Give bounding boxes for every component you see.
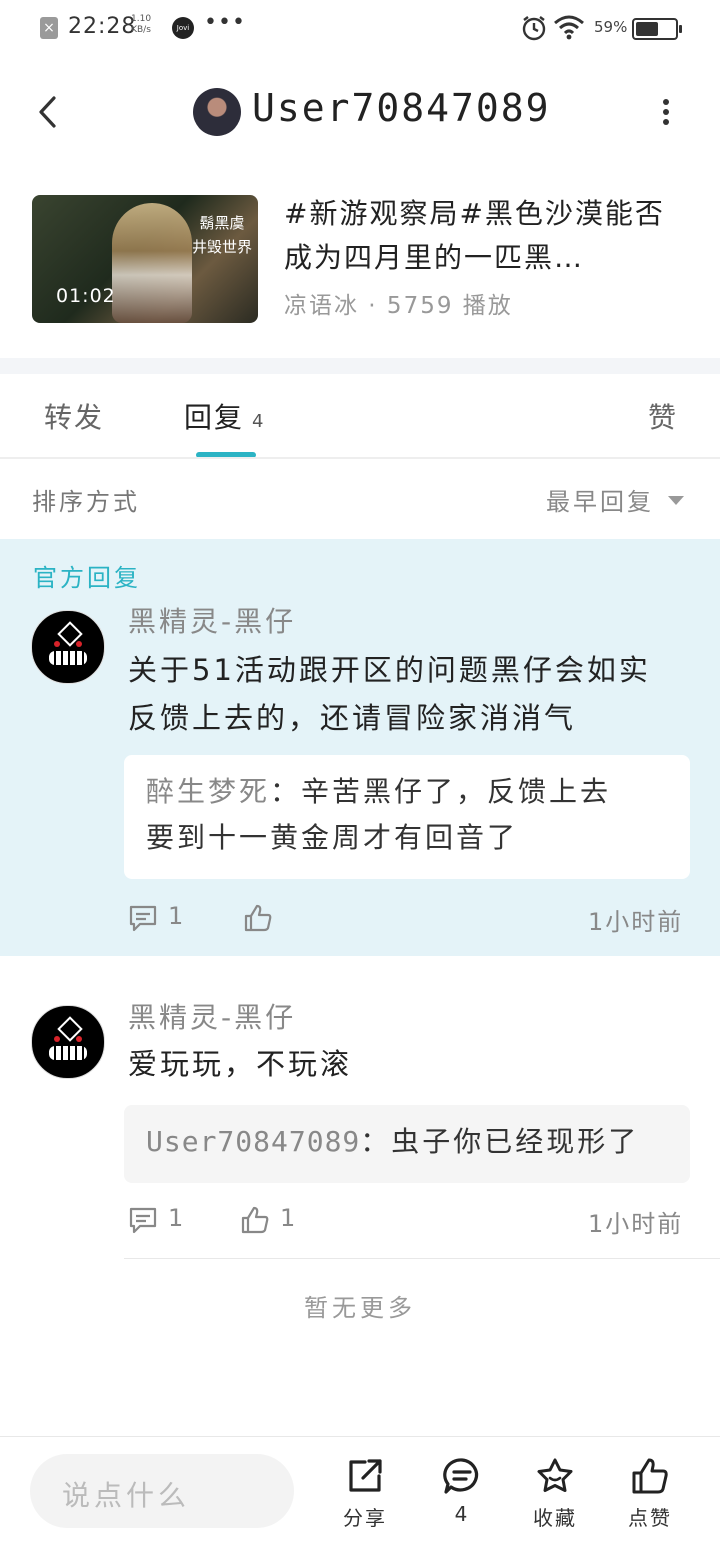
thumbs-up-icon[interactable]: [243, 903, 273, 933]
sort-dropdown[interactable]: 最早回复: [546, 482, 654, 517]
comment-input-placeholder: 说点什么: [62, 1479, 191, 1512]
quoted-reply-text: ：虫子你已经现形了: [360, 1125, 640, 1158]
video-title[interactable]: #新游观察局#黑色沙漠能否成为四月里的一匹黑…: [284, 192, 694, 280]
comment-count: 4: [454, 1502, 470, 1526]
back-arrow-icon[interactable]: [30, 92, 70, 132]
comment-text-line: 反馈上去的，还请冒险家消消气: [128, 701, 577, 735]
reply-icon[interactable]: [128, 1205, 158, 1235]
like-label: 点赞: [628, 1506, 672, 1530]
comment-time: 1小时前: [588, 1210, 684, 1238]
like-count: 1: [280, 1204, 296, 1232]
quoted-reply-text: ：辛苦黑仔了，反馈上去: [270, 775, 612, 808]
commenter-avatar[interactable]: [31, 1005, 105, 1079]
thumbs-up-icon: [632, 1458, 668, 1494]
thumbs-up-icon[interactable]: [240, 1205, 270, 1235]
jovi-icon: Jovi: [172, 17, 194, 39]
tab-like[interactable]: 赞: [648, 396, 678, 436]
more-notifications-icon: •••: [204, 10, 246, 35]
video-meta: 凉语冰 · 5759 播放: [284, 293, 513, 319]
battery-percent: 59%: [594, 18, 628, 36]
battery-icon: [632, 18, 682, 40]
star-icon: [537, 1458, 573, 1492]
status-time: 22:28: [68, 14, 137, 39]
no-more-text: 暂无更多: [304, 1294, 416, 1322]
tab-reply-count: 4: [252, 411, 266, 432]
comment-text-line: 关于51活动跟开区的问题黑仔会如实: [128, 653, 651, 687]
tab-forward[interactable]: 转发: [44, 396, 104, 436]
favorite-label: 收藏: [533, 1506, 577, 1530]
username-title[interactable]: User70847089: [252, 86, 551, 130]
video-thumbnail[interactable]: 鬍黑虞 井毁世界 01:02: [32, 195, 258, 323]
network-speed: 1.10 KB/s: [131, 14, 151, 36]
comment-divider: [124, 1258, 720, 1259]
quoted-reply-author[interactable]: User70847089: [146, 1125, 360, 1158]
commenter-avatar[interactable]: [31, 610, 105, 684]
more-vertical-icon[interactable]: [654, 96, 678, 128]
watermark-line-2: 井毁世界: [191, 238, 252, 256]
comment-text: 关于51活动跟开区的问题黑仔会如实 反馈上去的，还请冒险家消消气: [128, 646, 698, 742]
thumbnail-figure: [112, 203, 192, 323]
comment-text: 爱玩玩，不玩滚: [128, 1047, 353, 1081]
reply-count: 1: [168, 902, 184, 930]
caret-down-icon[interactable]: [668, 496, 684, 505]
commenter-name[interactable]: 黑精灵-黑仔: [128, 996, 296, 1036]
quoted-reply[interactable]: 醉生梦死：辛苦黑仔了，反馈上去 要到十一黄金周才有回音了: [124, 755, 690, 879]
comment-button[interactable]: 4: [427, 1456, 497, 1526]
sort-label: 排序方式: [32, 488, 140, 516]
thumbnail-watermark: 鬍黑虞 井毁世界: [190, 211, 254, 259]
reply-count: 1: [168, 1204, 184, 1232]
quoted-reply-text-2: 要到十一黄金周才有回音了: [146, 821, 519, 854]
speed-value: 1.10: [131, 14, 152, 24]
tab-reply-label: 回复: [184, 401, 245, 434]
speed-unit: KB/s: [131, 25, 151, 35]
watermark-line-1: 鬍黑虞: [199, 214, 245, 232]
reply-icon[interactable]: [128, 903, 158, 933]
comment-time: 1小时前: [588, 908, 684, 936]
share-label: 分享: [343, 1506, 387, 1530]
commenter-name[interactable]: 黑精灵-黑仔: [128, 600, 296, 640]
close-notification-icon: ×: [40, 17, 58, 39]
official-reply-section: [0, 539, 720, 956]
comment-input[interactable]: 说点什么: [30, 1454, 294, 1528]
share-icon: [349, 1459, 382, 1492]
section-divider: [0, 358, 720, 374]
user-avatar[interactable]: [193, 88, 241, 136]
favorite-button[interactable]: 收藏: [520, 1456, 590, 1531]
quoted-reply-author[interactable]: 醉生梦死: [146, 775, 270, 808]
quoted-reply[interactable]: User70847089：虫子你已经现形了: [124, 1105, 690, 1183]
comment-icon: [443, 1458, 479, 1494]
status-bar: × 22:28 1.10 KB/s Jovi ••• 59%: [0, 0, 720, 56]
tab-divider: [0, 457, 720, 459]
video-duration: 01:02: [56, 285, 116, 307]
tab-reply[interactable]: 回复 4: [184, 396, 265, 436]
share-button[interactable]: 分享: [330, 1456, 400, 1531]
wifi-icon: [554, 15, 584, 40]
official-reply-label: 官方回复: [33, 564, 141, 592]
alarm-icon: [522, 16, 546, 41]
like-button[interactable]: 点赞: [615, 1456, 685, 1531]
